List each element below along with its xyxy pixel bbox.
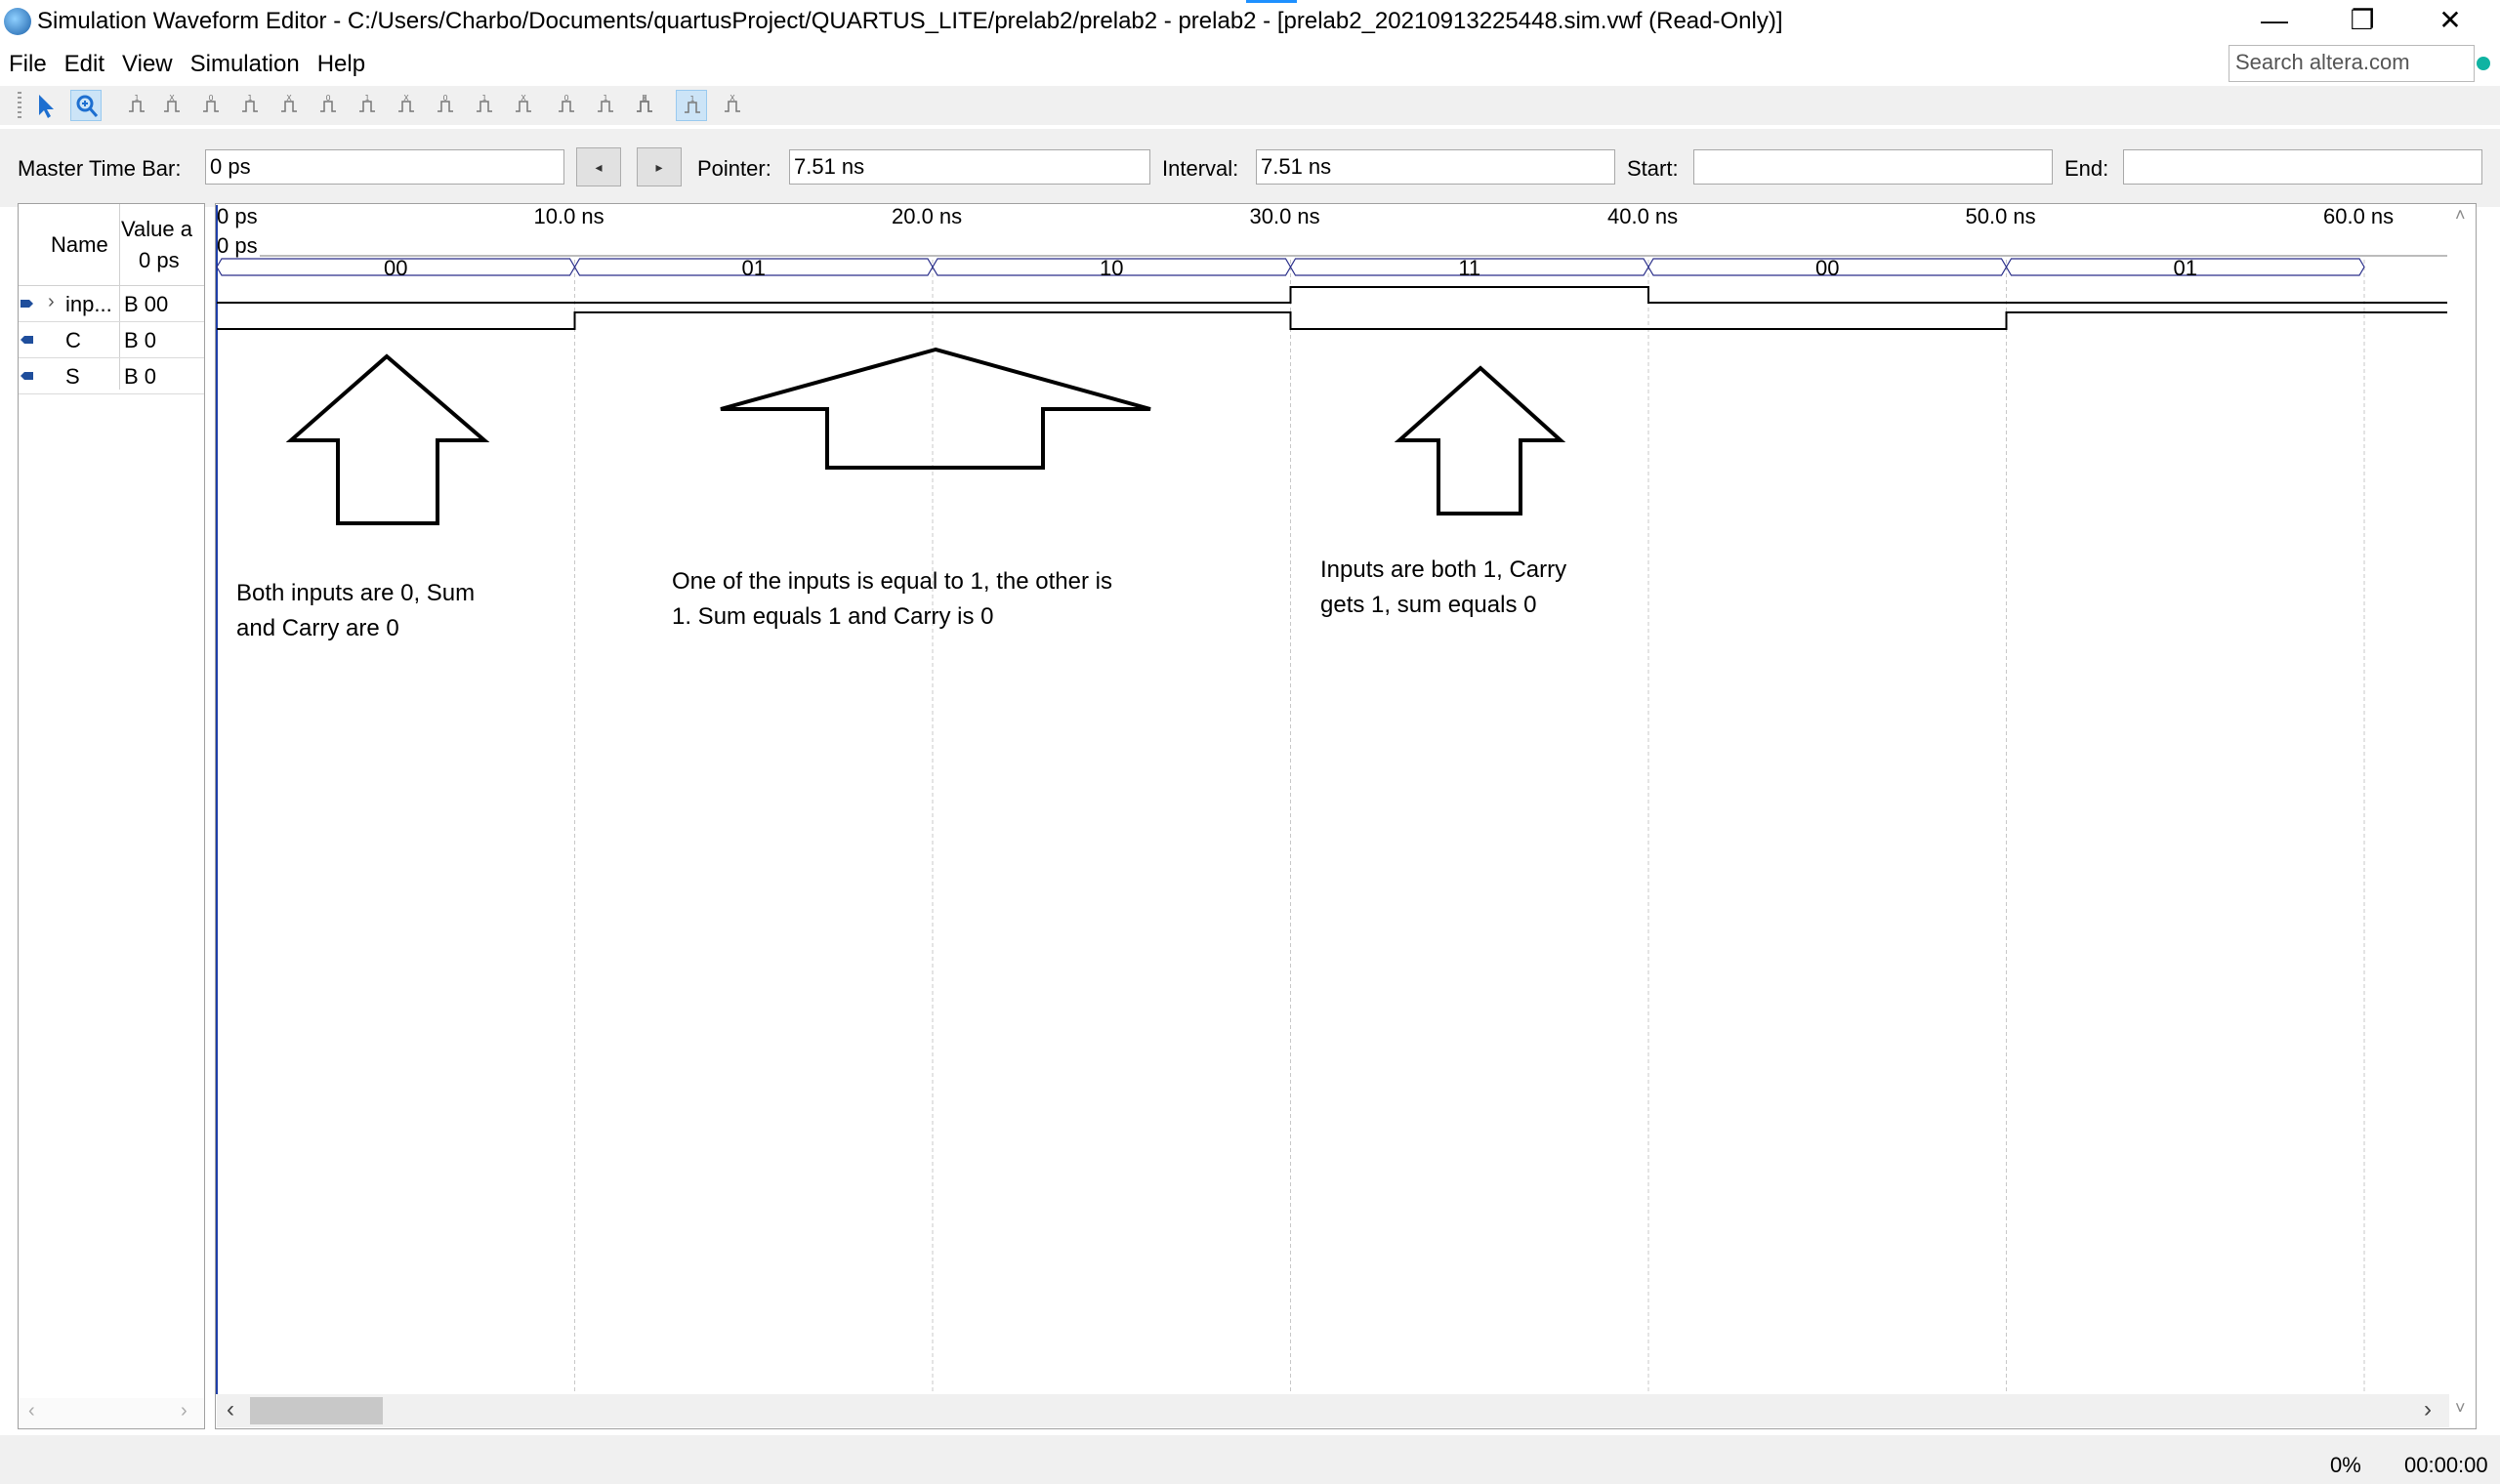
- ruler-tick-label: 30.0 ns: [1249, 204, 1320, 228]
- annotation-line: 1. Sum equals 1 and Carry is 0: [672, 603, 994, 630]
- ruler-tick-label: 0 ps: [217, 204, 258, 228]
- annotation-arrow-1: [285, 353, 490, 525]
- ruler-tick-label: 40.0 ns: [1607, 204, 1679, 228]
- bus-value-label: 10: [1100, 256, 1124, 280]
- bus-value-label: 11: [1458, 256, 1481, 280]
- waveform-horizontal-scrollbar[interactable]: [217, 1394, 2449, 1427]
- ruler-tick-label: 50.0 ns: [1965, 204, 2036, 228]
- sum-waveform: [217, 311, 2447, 330]
- annotation-line: Both inputs are 0, Sum: [236, 580, 476, 606]
- ruler-tick-label: 10.0 ns: [533, 204, 604, 228]
- status-elapsed-time: 00:00:00: [2404, 1453, 2488, 1477]
- annotation-arrow-3: [1394, 365, 1566, 515]
- annotation-line: gets 1, sum equals 0: [1320, 592, 1537, 618]
- status-progress: 0%: [2330, 1453, 2361, 1477]
- annotation-arrow-2: [720, 347, 1151, 470]
- cursor-time-label: 0 ps: [217, 233, 258, 258]
- annotation-text-3: Inputs are both 1, Carry gets 1, sum equ…: [1320, 553, 1566, 623]
- bus-value-label: 00: [1815, 256, 1840, 280]
- status-bar: [0, 1435, 2500, 1484]
- annotation-text-1: Both inputs are 0, Sum and Carry are 0: [236, 576, 475, 646]
- ruler-tick-label: 20.0 ns: [892, 204, 963, 228]
- scroll-right-icon[interactable]: ›: [2424, 1396, 2432, 1423]
- annotation-text-2: One of the inputs is equal to 1, the oth…: [672, 564, 1112, 635]
- scroll-up-icon[interactable]: ˄: [2455, 205, 2466, 226]
- annotation-line: and Carry are 0: [236, 615, 399, 641]
- scroll-left-icon[interactable]: ‹: [227, 1396, 234, 1423]
- waveform-vertical-scrollbar[interactable]: ˄ ˅: [2449, 205, 2475, 1427]
- scroll-down-icon[interactable]: ˅: [2455, 1398, 2466, 1419]
- carry-waveform: [217, 286, 2447, 304]
- bus-value-label: 01: [2173, 256, 2197, 280]
- annotation-line: One of the inputs is equal to 1, the oth…: [672, 568, 1112, 595]
- horizontal-scroll-thumb[interactable]: [250, 1397, 383, 1424]
- bus-value-label: 00: [384, 256, 408, 280]
- annotation-line: Inputs are both 1, Carry: [1320, 556, 1567, 583]
- ruler-tick-label: 60.0 ns: [2323, 204, 2395, 228]
- bus-value-label: 01: [741, 256, 766, 280]
